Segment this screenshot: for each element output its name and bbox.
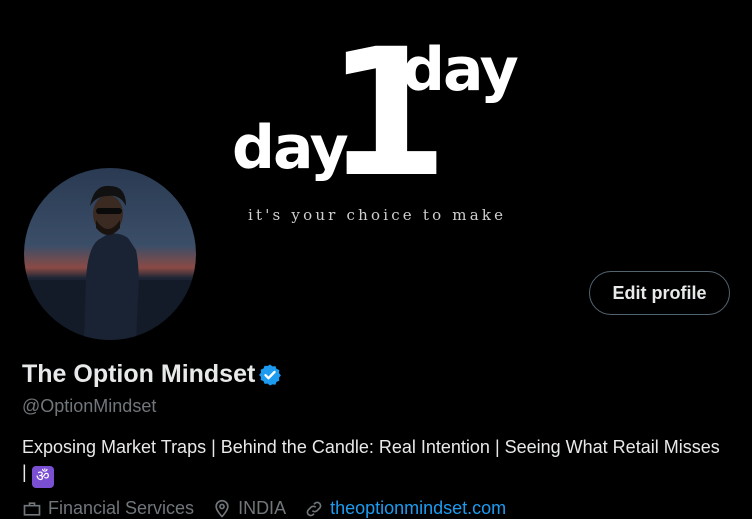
profile-meta: Financial Services INDIA theoptionmindse…: [22, 498, 506, 519]
profile-website-link[interactable]: theoptionmindset.com: [330, 498, 506, 519]
avatar[interactable]: [24, 168, 196, 340]
link-icon: [306, 501, 322, 516]
edit-profile-button[interactable]: Edit profile: [589, 271, 730, 315]
profile-bio: Exposing Market Traps | Behind the Candl…: [22, 435, 722, 488]
profile-category: Financial Services: [48, 498, 195, 518]
briefcase-icon: [23, 501, 41, 516]
banner-word-right: day: [402, 35, 519, 105]
banner-tagline: it's your choice to make: [248, 206, 507, 224]
avatar-image: [24, 168, 196, 340]
profile-handle: @OptionMindset: [22, 396, 157, 416]
location-pin-icon: [215, 499, 229, 518]
profile-name-row: The Option Mindset: [22, 360, 282, 389]
verified-badge-icon[interactable]: [258, 363, 282, 387]
bio-text: Exposing Market Traps | Behind the Candl…: [22, 437, 720, 482]
profile-name: The Option Mindset: [22, 360, 256, 388]
om-emoji: ॐ: [31, 466, 54, 488]
profile-location: INDIA: [238, 498, 287, 518]
